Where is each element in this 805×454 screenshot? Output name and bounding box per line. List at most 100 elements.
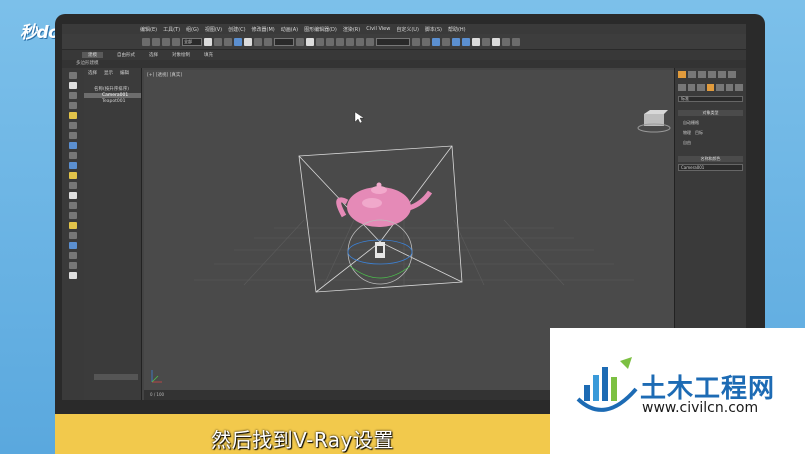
hierarchy-tab-icon[interactable] [698, 71, 706, 78]
unlink-icon[interactable] [172, 37, 180, 46]
explorer-tab-edit[interactable]: 编辑 [120, 70, 129, 76]
render-setup-icon[interactable] [482, 37, 490, 46]
redo-icon[interactable] [152, 37, 160, 46]
lights-icon[interactable] [697, 84, 705, 91]
edit-named-sel-icon[interactable] [366, 37, 374, 46]
geometry-icon[interactable] [678, 84, 686, 91]
menu-item-civil-view[interactable]: Civil View [366, 26, 390, 32]
helpers-icon[interactable] [716, 84, 724, 91]
display-cameras-icon[interactable] [69, 142, 77, 149]
named-selection-set-dropdown[interactable] [376, 37, 410, 46]
menu-item-modifiers[interactable]: 修改器(M) [252, 26, 275, 33]
toggle-ribbon-icon[interactable] [442, 37, 450, 46]
menu-item-graph-editors[interactable]: 图形编辑器(D) [304, 26, 337, 33]
systems-icon[interactable] [735, 84, 744, 91]
explorer-item-teapot[interactable]: Teapot001 [84, 99, 141, 104]
select-by-name-icon[interactable] [214, 37, 222, 46]
window-crossing-icon[interactable] [234, 37, 242, 46]
display-helpers-icon[interactable] [69, 152, 77, 159]
cameras-icon[interactable] [706, 84, 715, 91]
display-lights-icon[interactable] [69, 132, 77, 139]
display-shapes-icon[interactable] [69, 122, 77, 129]
tab-populate[interactable]: 填充 [204, 52, 213, 58]
shapes-icon[interactable] [687, 84, 696, 91]
menu-item-animation[interactable]: 动画(A) [281, 26, 298, 33]
display-geometry-icon[interactable] [69, 112, 77, 119]
tab-freeform[interactable]: 自由形式 [117, 52, 135, 58]
select-icon[interactable] [69, 72, 77, 79]
free-camera-button[interactable]: 自由 [683, 140, 691, 146]
render-iterative-icon[interactable] [512, 37, 520, 46]
menu-item-edit[interactable]: 编辑(E) [140, 26, 157, 33]
pivot-icon[interactable] [296, 37, 304, 46]
explorer-tab-display[interactable]: 显示 [104, 70, 113, 76]
display-dependents-icon[interactable] [69, 242, 77, 249]
selection-filter-dropdown[interactable]: 全部 [182, 37, 202, 46]
object-name-input[interactable]: Camera001 [678, 164, 743, 171]
rendered-frame-window-icon[interactable] [492, 37, 500, 46]
align-icon[interactable] [422, 37, 430, 46]
layer-explorer-icon[interactable] [432, 37, 440, 46]
display-spacewarps-icon[interactable] [69, 162, 77, 169]
menu-item-help[interactable]: 帮助(H) [448, 26, 466, 33]
create-subcategory-dropdown[interactable]: 标准 [678, 96, 743, 102]
snap-toggle-icon[interactable] [326, 37, 334, 46]
display-invert-icon[interactable] [69, 102, 77, 109]
menu-item-create[interactable]: 创建(C) [228, 26, 245, 33]
explorer-column-header[interactable]: 名称(按升序排序) [84, 86, 141, 92]
display-none-icon[interactable] [69, 82, 77, 89]
filter-icon[interactable] [69, 272, 77, 279]
schematic-view-icon[interactable] [462, 37, 470, 46]
material-editor-icon[interactable] [472, 37, 480, 46]
tab-modeling[interactable]: 建模 [82, 52, 103, 58]
undo-icon[interactable] [142, 37, 150, 46]
explorer-scrollbar[interactable] [94, 374, 138, 380]
spacewarps-icon[interactable] [725, 84, 734, 91]
region-select-icon[interactable] [224, 37, 232, 46]
display-tab-icon[interactable] [718, 71, 726, 78]
explorer-item-camera[interactable]: Camera001 [84, 93, 141, 98]
mirror-icon[interactable] [412, 37, 420, 46]
name-color-rollout[interactable]: 名称和颜色 [678, 156, 743, 162]
modify-tab-icon[interactable] [688, 71, 696, 78]
reference-coord-dropdown[interactable] [274, 37, 294, 46]
display-xrefs-icon[interactable] [69, 182, 77, 189]
display-frozen-icon[interactable] [69, 212, 77, 219]
display-bones-icon[interactable] [69, 192, 77, 199]
spinner-snap-icon[interactable] [356, 37, 364, 46]
menu-item-customize[interactable]: 自定义(U) [396, 26, 419, 33]
create-tab-icon[interactable] [678, 71, 686, 78]
display-hidden-icon[interactable] [69, 222, 77, 229]
scale-icon[interactable] [264, 37, 272, 46]
sync-selection-icon[interactable] [69, 252, 77, 259]
tab-object-paint[interactable]: 对象绘制 [172, 52, 190, 58]
select-object-icon[interactable] [204, 37, 212, 46]
move-icon[interactable] [244, 37, 252, 46]
menu-item-tools[interactable]: 工具(T) [163, 26, 180, 33]
motion-tab-icon[interactable] [708, 71, 716, 78]
lock-cell-editing-icon[interactable] [69, 262, 77, 269]
render-production-icon[interactable] [502, 37, 510, 46]
viewcube-icon[interactable] [637, 110, 671, 133]
rotate-gizmo[interactable] [347, 219, 413, 285]
target-camera-button[interactable]: 目标 [695, 130, 703, 136]
display-groups-icon[interactable] [69, 172, 77, 179]
percent-snap-icon[interactable] [346, 37, 354, 46]
display-containers-icon[interactable] [69, 202, 77, 209]
utilities-tab-icon[interactable] [728, 71, 736, 78]
menu-item-view[interactable]: 视图(V) [205, 26, 222, 33]
curve-editor-icon[interactable] [452, 37, 460, 46]
select-manipulate-icon[interactable] [306, 37, 314, 46]
menu-item-group[interactable]: 组(G) [186, 26, 199, 33]
viewport-label[interactable]: [+] [透视] [真实] [147, 72, 182, 78]
display-all-icon[interactable] [69, 92, 77, 99]
keyboard-shortcut-icon[interactable] [316, 37, 324, 46]
object-type-rollout[interactable]: 对象类型 [678, 110, 743, 116]
menu-item-scripting[interactable]: 脚本(S) [425, 26, 442, 33]
menu-item-rendering[interactable]: 渲染(R) [343, 26, 360, 33]
autogrid-checkbox[interactable]: 自动栅格 [683, 120, 699, 126]
display-all-children-icon[interactable] [69, 232, 77, 239]
explorer-tab-select[interactable]: 选择 [88, 70, 97, 76]
angle-snap-icon[interactable] [336, 37, 344, 46]
link-icon[interactable] [162, 37, 170, 46]
